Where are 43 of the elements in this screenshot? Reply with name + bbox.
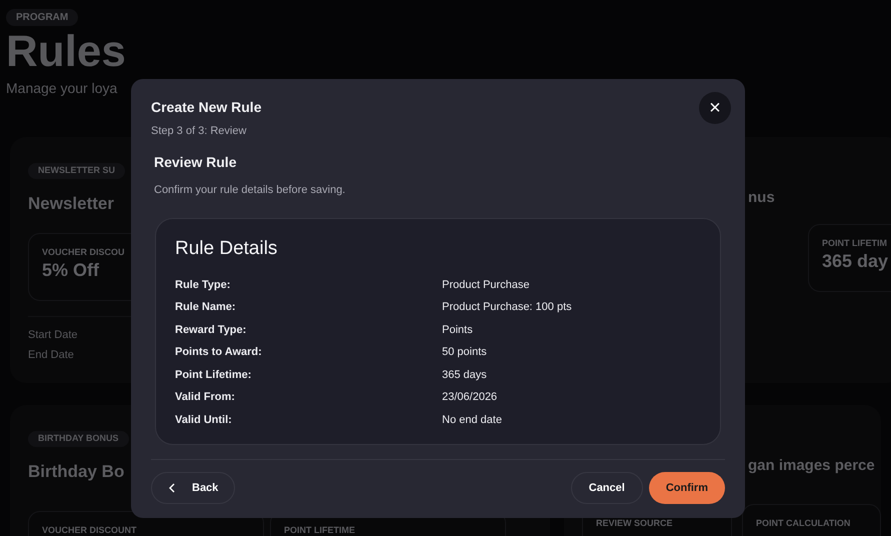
detail-label: Valid Until: [175,412,233,428]
stat-value: 365 day [822,250,888,273]
detail-label: Points to Award: [175,345,263,360]
stat-label: POINT LIFETIME [284,524,355,536]
stat-label: VOUCHER DISCOU [42,246,125,259]
section-description: Confirm your rule details before saving. [154,182,346,198]
date-label: End Date [28,348,74,364]
cancel-button[interactable]: Cancel [570,472,643,504]
card-tag: NEWSLETTER SU [28,163,126,179]
confirm-button[interactable]: Confirm [648,472,725,504]
program-badge: PROGRAM [6,9,78,26]
close-button[interactable]: × [699,92,731,124]
detail-value: 365 days [442,368,488,382]
detail-value: No end date [442,412,503,428]
detail-value: 50 points [442,345,488,360]
stat-label: REVIEW SOURCE [596,516,673,530]
card-tag: BIRTHDAY BONUS [28,431,129,447]
detail-value: Product Purchase: 100 pts [442,300,573,315]
date-label: Start Date [28,328,78,343]
chevron-left-icon [168,483,176,493]
page-title: Rules [6,28,126,76]
stat-label: POINT CALCULATION [756,516,850,530]
detail-label: Rule Name: [175,300,237,315]
stat-label: VOUCHER DISCOUNT [42,524,137,536]
detail-label: Point Lifetime: [175,368,252,382]
detail-label: Reward Type: [175,322,248,338]
detail-label: Rule Type: [175,278,232,292]
section-title: Review Rule [154,152,238,172]
detail-label: Valid From: [175,390,236,405]
detail-value: 23/06/2026 [442,390,498,405]
card-title: Birthday Bo [28,461,124,484]
card-title: nus [748,188,775,208]
card-title: Newsletter [28,193,114,216]
detail-value: Points [442,322,474,338]
stat-value: 5% Off [42,259,100,282]
dialog-step: Step 3 of 3: Review [151,123,262,140]
back-button[interactable]: Back [151,472,236,504]
card-title: gan images perce [748,456,875,476]
detail-value: Product Purchase [442,278,530,292]
dialog-title: Create New Rule [151,98,262,117]
details-title: Rule Details [175,237,278,261]
stat-label: POINT LIFETIM [822,236,887,250]
page-subtitle: Manage your loya [6,79,118,98]
